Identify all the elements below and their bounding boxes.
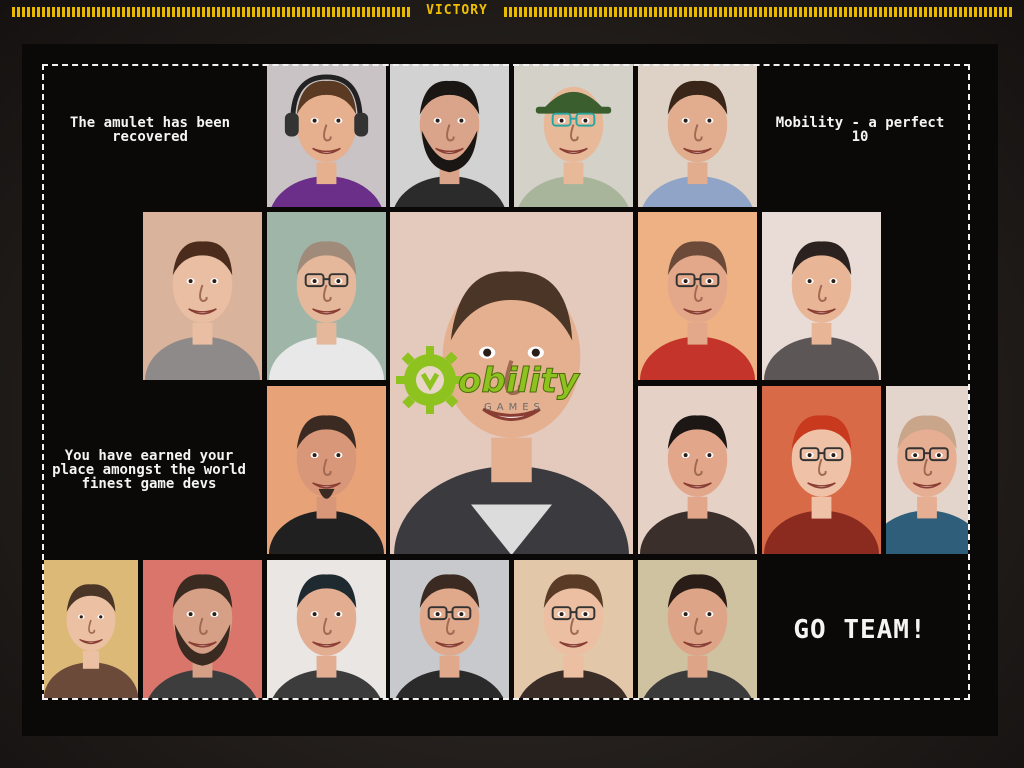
dashed-frame (42, 64, 970, 700)
right-stripe-decoration (504, 7, 1012, 17)
left-stripe-decoration (12, 7, 410, 17)
top-bar: VICTORY (0, 0, 1024, 24)
screen-title: VICTORY (426, 3, 488, 18)
